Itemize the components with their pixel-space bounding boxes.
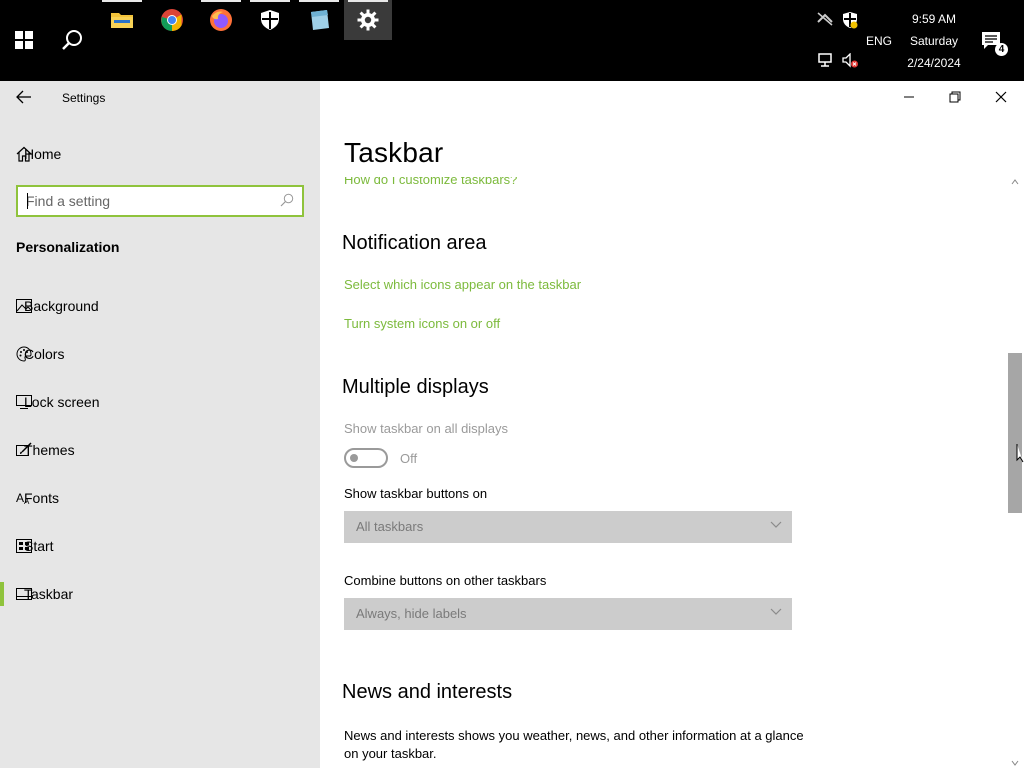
section-heading-personalization: Personalization [16,239,120,255]
gear-icon [357,9,379,31]
notification-count-badge: 4 [995,43,1008,56]
chrome-icon [161,9,183,31]
combine-buttons-label: Combine buttons on other taskbars [344,573,547,588]
taskbar-app-chrome[interactable] [148,0,196,40]
minimize-button[interactable] [886,81,932,113]
network-wired-icon[interactable] [818,53,834,70]
taskbar-app-settings[interactable] [344,0,392,40]
sidebar-item-themes[interactable]: Themes [0,430,320,470]
nav-home[interactable]: Home [0,137,320,171]
buttons-on-dropdown[interactable]: All taskbars [344,511,792,543]
combine-buttons-dropdown[interactable]: Always, hide labels [344,598,792,630]
search-setting-input[interactable] [26,192,271,210]
clock-time: 9:59 AM [911,12,957,26]
language-label: ENG [866,34,893,48]
action-center-button[interactable]: 4 [978,28,1008,56]
running-indicator [348,0,388,2]
minimize-icon [904,96,914,98]
sidebar-item-label: Start [24,538,54,554]
show-all-displays-toggle[interactable] [344,448,388,468]
toggle-knob [350,454,358,462]
sidebar-item-label: Background [24,298,99,314]
scroll-down-icon[interactable] [1011,760,1019,766]
search-icon[interactable] [280,193,294,212]
sidebar-item-lock-screen[interactable]: Lock screen [0,382,320,422]
language-indicator[interactable]: ENG [866,34,892,48]
vertical-scrollbar[interactable] [1006,177,1024,768]
settings-window: Settings Home Personalization Back [0,81,1024,768]
shield-icon [261,10,279,30]
dropdown-value: All taskbars [356,519,424,534]
sidebar-item-start[interactable]: Start [0,526,320,566]
taskbar-app-notepad[interactable] [295,0,343,40]
folder-icon [111,13,133,28]
search-icon [62,30,82,50]
close-button[interactable] [978,81,1024,113]
heading-multiple-displays: Multiple displays [342,376,489,398]
running-indicator [102,0,142,2]
news-description: News and interests shows you weather, ne… [344,728,804,761]
toggle-state-label: Off [400,451,418,466]
heading-news-interests: News and interests [342,681,513,703]
taskbar-app-file-explorer[interactable] [98,0,146,40]
back-button[interactable] [8,85,40,109]
running-indicator [250,0,290,2]
sidebar-item-fonts[interactable]: AA Fonts [0,478,320,518]
content-pane: Taskbar How do I customize taskbars? Not… [320,81,1024,768]
taskbar-app-firefox[interactable] [197,0,245,40]
taskbar-app-windows-security[interactable] [246,0,294,40]
select-icons-link[interactable]: Select which icons appear on the taskbar [344,277,581,292]
restore-icon [949,91,961,103]
buttons-on-label: Show taskbar buttons on [344,486,488,501]
show-all-displays-label: Show taskbar on all displays [344,421,509,436]
system-icons-link[interactable]: Turn system icons on or off [344,316,500,331]
svg-text:A: A [16,491,24,505]
sidebar-item-label: Themes [24,442,75,458]
firefox-icon [210,9,232,31]
back-arrow-icon [16,90,31,104]
chevron-down-icon [770,608,782,615]
sidebar: Settings Home Personalization Back [0,81,320,768]
sidebar-item-label: Taskbar [24,586,74,602]
dropdown-value: Always, hide labels [356,606,467,621]
nav-home-label: Home [24,146,62,162]
text-caret [27,193,28,209]
security-warning-icon[interactable] [842,11,858,32]
scrollbar-thumb[interactable] [1008,353,1022,513]
heading-notification-area: Notification area [342,232,487,254]
notepad-icon [311,10,329,30]
search-button[interactable] [48,18,96,62]
selected-indicator [0,582,4,606]
close-icon [995,91,1007,103]
customize-taskbar-link[interactable]: How do I customize taskbars? [344,177,517,187]
scroll-region: How do I customize taskbars? Notificatio… [320,177,1006,768]
sidebar-item-label: Fonts [24,490,60,506]
running-indicator [299,0,339,2]
search-setting-box[interactable] [16,185,304,217]
start-button[interactable] [0,18,48,62]
sidebar-item-background[interactable]: Background [0,286,320,326]
sidebar-item-label: Lock screen [24,394,100,410]
windows-logo-icon [15,31,33,49]
mouse-cursor-icon [1016,444,1024,463]
volume-muted-icon[interactable] [842,52,860,72]
chevron-down-icon [770,521,782,528]
taskbar: ENG 9:59 AM Saturday 2/24/2024 4 [0,0,1024,81]
sidebar-item-taskbar[interactable]: Taskbar [0,574,320,614]
sidebar-item-colors[interactable]: Colors [0,334,320,374]
running-indicator [201,0,241,2]
scroll-up-icon[interactable] [1011,179,1019,185]
clock-day: Saturday [909,34,959,48]
restore-button[interactable] [932,81,978,113]
taskbar-clock[interactable]: 9:59 AM Saturday 2/24/2024 [898,8,970,74]
network-off-icon[interactable] [816,12,834,29]
sidebar-item-label: Colors [24,346,65,362]
clock-date: 2/24/2024 [907,56,961,70]
page-title: Taskbar [344,137,444,168]
window-title: Settings [62,91,106,105]
